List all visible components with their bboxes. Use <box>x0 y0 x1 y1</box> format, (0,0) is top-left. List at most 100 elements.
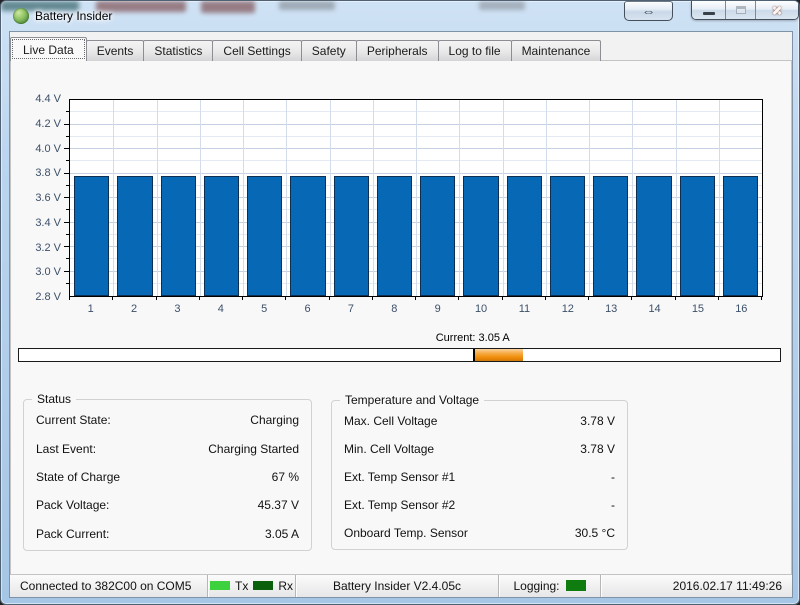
row-label: Last Event: <box>36 442 96 456</box>
y-axis-tick <box>64 148 69 149</box>
status-row: Pack Current:3.05 A <box>36 527 299 541</box>
minimize-button[interactable] <box>692 1 726 19</box>
x-tick-label: 14 <box>648 303 660 315</box>
y-tick-label: 3.2 V <box>35 242 61 254</box>
status-rows: Current State:Charging Last Event:Chargi… <box>24 406 311 548</box>
tab-cell-settings[interactable]: Cell Settings <box>212 40 301 61</box>
row-label: Ext. Temp Sensor #1 <box>344 470 455 484</box>
status-groupbox: Status Current State:Charging Last Event… <box>23 399 312 551</box>
y-axis-tick <box>64 246 69 247</box>
tab-log-to-file[interactable]: Log to file <box>438 40 512 61</box>
chart-bar <box>723 176 758 296</box>
status-row: Last Event: Charging Started <box>36 442 299 456</box>
y-axis-tick <box>66 185 69 186</box>
background-smudge <box>279 1 335 10</box>
close-icon <box>771 4 783 16</box>
status-row: State of Charge67 % <box>36 470 299 484</box>
chart-bar <box>247 176 282 296</box>
x-tick-label: 13 <box>605 303 617 315</box>
x-axis-tick <box>285 296 286 300</box>
x-tick-label: 11 <box>519 303 530 315</box>
temperature-groupbox-title: Temperature and Voltage <box>340 393 484 407</box>
row-value: 3.78 V <box>580 414 615 428</box>
close-button[interactable] <box>756 1 798 19</box>
y-tick-label: 4.2 V <box>35 118 61 130</box>
rx-label: Rx <box>278 579 293 593</box>
x-tick-label: 1 <box>88 303 94 315</box>
row-value: - <box>611 498 615 512</box>
y-tick-label: 3.8 V <box>35 167 61 179</box>
titlebar[interactable]: Battery Insider ⇔ <box>1 1 799 31</box>
tab-statistics[interactable]: Statistics <box>143 40 213 61</box>
chart-bar <box>420 176 455 296</box>
x-tick-label: 9 <box>435 303 441 315</box>
chart-bar <box>290 176 325 296</box>
chart-bar <box>117 176 152 296</box>
y-tick-label: 3.4 V <box>35 217 61 229</box>
tx-label: Tx <box>235 579 248 593</box>
temperature-row: Onboard Temp. Sensor 30.5 °C <box>344 526 615 540</box>
v-gridline <box>157 100 158 296</box>
chart-bar <box>680 176 715 296</box>
chart-bar <box>377 176 412 296</box>
logging-label: Logging: <box>513 579 559 593</box>
temperature-rows: Max. Cell Voltage 3.78 V Min. Cell Voltag… <box>332 407 627 547</box>
y-axis-tick <box>66 160 69 161</box>
x-tick-label: 12 <box>562 303 574 315</box>
logging-indicator <box>566 580 586 591</box>
current-gauge <box>18 348 781 362</box>
x-tick-label: 10 <box>475 303 487 315</box>
tab-strip: Live Data Events Statistics Cell Setting… <box>12 37 600 61</box>
app-window: Battery Insider ⇔ Live Data Events Stati… <box>0 0 800 605</box>
tab-maintenance[interactable]: Maintenance <box>511 40 602 61</box>
x-tick-label: 2 <box>131 303 137 315</box>
temperature-row: Ext. Temp Sensor #1 - <box>344 470 615 484</box>
row-value: 3.05 A <box>265 527 299 541</box>
tab-live-data[interactable]: Live Data <box>10 37 87 61</box>
v-gridline <box>286 100 287 296</box>
spread-button[interactable]: ⇔ <box>624 1 673 21</box>
row-label: Ext. Temp Sensor #2 <box>344 498 455 512</box>
tab-safety[interactable]: Safety <box>301 40 357 61</box>
gauge-fill <box>475 349 523 361</box>
row-value: 45.37 V <box>258 498 299 512</box>
x-axis-tick <box>199 296 200 300</box>
row-value: 30.5 °C <box>575 526 615 540</box>
chart-bar <box>334 176 369 296</box>
chart-y-axis-labels: 2.8 V3.0 V3.2 V3.4 V3.6 V3.8 V4.0 V4.2 V… <box>11 99 61 297</box>
temperature-row: Min. Cell Voltage3.78 V <box>344 442 615 456</box>
row-value: Charging Started <box>208 442 299 456</box>
tab-peripherals[interactable]: Peripherals <box>356 40 439 61</box>
v-gridline <box>676 100 677 296</box>
v-gridline <box>503 100 504 296</box>
chart-plot <box>69 99 763 297</box>
v-gridline <box>632 100 633 296</box>
x-axis-tick <box>631 296 632 300</box>
statusbar: Connected to 382C00 on COM5 Tx Rx Batter… <box>10 573 792 597</box>
y-axis-tick <box>66 258 69 259</box>
row-value: - <box>611 470 615 484</box>
status-row: Pack Voltage: 45.37 V <box>36 498 299 512</box>
window-title: Battery Insider <box>35 9 112 23</box>
row-value: Charging <box>250 413 299 427</box>
x-axis-tick <box>502 296 503 300</box>
x-tick-label: 6 <box>305 303 311 315</box>
chart-bar <box>74 176 109 296</box>
row-value: 3.78 V <box>580 442 615 456</box>
x-axis-tick <box>372 296 373 300</box>
x-tick-label: 3 <box>174 303 180 315</box>
row-label: Onboard Temp. Sensor <box>344 526 468 540</box>
tab-events[interactable]: Events <box>86 40 145 61</box>
x-axis-tick <box>545 296 546 300</box>
y-axis-tick <box>66 136 69 137</box>
maximize-icon <box>736 6 746 14</box>
row-label: Max. Cell Voltage <box>344 414 437 428</box>
y-axis-tick <box>66 111 69 112</box>
x-axis-tick <box>675 296 676 300</box>
row-label: Pack Voltage: <box>36 498 109 512</box>
v-gridline <box>589 100 590 296</box>
y-axis-tick <box>66 209 69 210</box>
maximize-button[interactable] <box>726 1 756 19</box>
current-gauge-label: Current: 3.05 A <box>18 332 781 346</box>
chart-bar <box>507 176 542 296</box>
